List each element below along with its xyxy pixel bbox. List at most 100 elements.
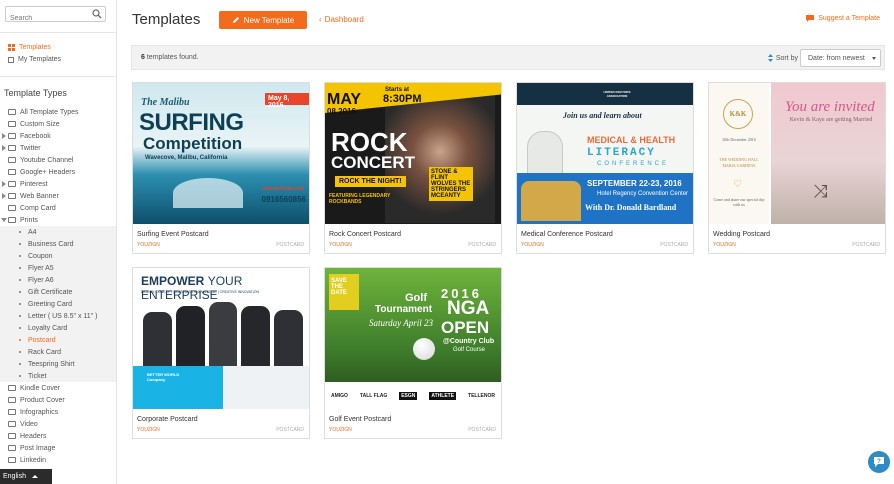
type-label: Ticket: [28, 372, 47, 380]
sort-select[interactable]: Date: from newest: [800, 49, 881, 67]
template-card-medical[interactable]: UNITED DOCTORS ASSOCIATION Join us and l…: [516, 82, 694, 254]
print-a4[interactable]: A4: [0, 226, 116, 238]
template-name[interactable]: Golf Event Postcard: [329, 416, 391, 423]
template-type: POSTCARD: [276, 427, 304, 433]
template-card-golf[interactable]: SAVE THE DATE 2016 Golf Tournament Satur…: [324, 267, 502, 439]
type-label: Business Card: [28, 240, 74, 248]
type-label: All Template Types: [20, 108, 79, 116]
template-name[interactable]: Wedding Postcard: [713, 231, 770, 238]
type-label: Kindle Cover: [20, 384, 61, 392]
print-loyalty-card[interactable]: Loyalty Card: [0, 322, 116, 334]
type-video[interactable]: Video: [0, 418, 116, 430]
type-comp-card[interactable]: Comp Card: [0, 202, 116, 214]
template-type: POSTCARD: [276, 242, 304, 248]
template-card-corporate[interactable]: EMPOWER YOUR ENTERPRISE DESIGN CONCEPT |…: [132, 267, 310, 439]
template-card-surfing[interactable]: The Malibu SURFING Competition Wavecove,…: [132, 82, 310, 254]
search-input[interactable]: [6, 11, 86, 26]
type-pinterest[interactable]: Pinterest: [0, 178, 116, 190]
type-google-plus[interactable]: Google+ Headers: [0, 166, 116, 178]
art-text: SURFING: [139, 109, 244, 136]
art-text: Golf Course: [453, 347, 486, 353]
art-text: LITERACY: [587, 147, 656, 159]
caret-right-icon[interactable]: [2, 181, 6, 187]
nav-templates[interactable]: Templates: [8, 44, 51, 51]
type-custom-size[interactable]: Custom Size: [0, 118, 116, 130]
help-chat-button[interactable]: ?: [868, 451, 890, 473]
print-greeting-card[interactable]: Greeting Card: [0, 298, 116, 310]
template-thumbnail[interactable]: MAY 08 2016 Starts at 8:30PM ROCK CONCER…: [325, 83, 501, 224]
print-letter[interactable]: Letter ( US 8.5" x 11" ): [0, 310, 116, 322]
type-prints[interactable]: Prints: [0, 214, 116, 226]
art-text: 8:30PM: [383, 93, 422, 105]
results-toolbar: 6 templates found. Sort by Date: from ne…: [131, 45, 885, 70]
type-twitter[interactable]: Twitter: [0, 142, 116, 154]
dashboard-link[interactable]: ‹ Dashboard: [319, 15, 364, 24]
caret-down-icon[interactable]: [1, 218, 7, 222]
print-postcard[interactable]: Postcard: [0, 334, 116, 346]
type-kindle-cover[interactable]: Kindle Cover: [0, 382, 116, 394]
print-rack-card[interactable]: Rack Card: [0, 346, 116, 358]
art-text: Hotel Regency Convention Center: [597, 191, 689, 197]
new-template-button[interactable]: New Template: [219, 11, 307, 29]
arrows-icon: ⤨: [813, 181, 828, 201]
type-product-cover[interactable]: Product Cover: [0, 394, 116, 406]
type-headers[interactable]: Headers: [0, 430, 116, 442]
search-icon[interactable]: [92, 9, 102, 19]
print-coupon[interactable]: Coupon: [0, 250, 116, 262]
template-name[interactable]: Surfing Event Postcard: [137, 231, 209, 238]
template-thumbnail[interactable]: EMPOWER YOUR ENTERPRISE DESIGN CONCEPT |…: [133, 268, 309, 409]
type-linkedin[interactable]: Linkedin: [0, 454, 116, 466]
art-text: SEPTEMBER 22-23, 2016: [587, 179, 682, 188]
print-ticket[interactable]: Ticket: [0, 370, 116, 382]
chevron-left-icon: ‹: [319, 15, 322, 24]
square-icon: [8, 56, 14, 63]
suggest-template-link[interactable]: Suggest a Template: [806, 15, 880, 22]
type-label: Flyer A5: [28, 264, 54, 272]
bullet-icon: [19, 351, 21, 353]
type-label: Postcard: [28, 336, 56, 344]
nav-my-templates[interactable]: My Templates: [8, 56, 61, 63]
type-icon: [8, 421, 16, 427]
art-text: MARIA GARDENS: [722, 163, 756, 168]
language-selector[interactable]: English: [0, 469, 52, 484]
language-label: English: [3, 473, 26, 480]
template-thumbnail[interactable]: SAVE THE DATE 2016 Golf Tournament Satur…: [325, 268, 501, 409]
type-infographics[interactable]: Infographics: [0, 406, 116, 418]
template-card-wedding[interactable]: K&K 20th December 2016 THE WEDDING HALL …: [708, 82, 886, 254]
art-text: May 8, 2016: [265, 93, 309, 109]
art-text: Saturday April 23: [369, 318, 434, 328]
type-post-image[interactable]: Post Image: [0, 442, 116, 454]
art-text: OPEN: [441, 318, 490, 337]
template-name[interactable]: Corporate Postcard: [137, 416, 198, 423]
print-gift-certificate[interactable]: Gift Certificate: [0, 286, 116, 298]
type-web-banner[interactable]: Web Banner: [0, 190, 116, 202]
caret-right-icon[interactable]: [2, 193, 6, 199]
template-card-rock[interactable]: MAY 08 2016 Starts at 8:30PM ROCK CONCER…: [324, 82, 502, 254]
template-author: YOUZIGN: [137, 427, 160, 433]
type-facebook[interactable]: Facebook: [0, 130, 116, 142]
art-text: The Malibu: [141, 97, 190, 108]
print-flyer-a6[interactable]: Flyer A6: [0, 274, 116, 286]
type-label: Facebook: [20, 132, 51, 140]
template-name[interactable]: Medical Conference Postcard: [521, 231, 613, 238]
type-label: Flyer A6: [28, 276, 54, 284]
template-thumbnail[interactable]: K&K 20th December 2016 THE WEDDING HALL …: [709, 83, 885, 224]
art-text: SAVE THE DATE: [331, 278, 347, 296]
print-flyer-a5[interactable]: Flyer A5: [0, 262, 116, 274]
print-business-card[interactable]: Business Card: [0, 238, 116, 250]
type-youtube[interactable]: Youtube Channel: [0, 154, 116, 166]
search-box[interactable]: [5, 6, 106, 26]
template-thumbnail[interactable]: The Malibu SURFING Competition Wavecove,…: [133, 83, 309, 224]
template-thumbnail[interactable]: UNITED DOCTORS ASSOCIATION Join us and l…: [517, 83, 693, 224]
type-all[interactable]: All Template Types: [0, 106, 116, 118]
template-name[interactable]: Rock Concert Postcard: [329, 231, 401, 238]
caret-right-icon[interactable]: [2, 145, 6, 151]
type-icon: [8, 121, 16, 127]
print-teespring-shirt[interactable]: Teespring Shirt: [0, 358, 116, 370]
art-text: 20th December 2016: [722, 137, 756, 142]
art-text: You are invited: [785, 99, 875, 115]
suggest-label: Suggest a Template: [818, 15, 880, 22]
type-icon: [8, 397, 16, 403]
caret-right-icon[interactable]: [2, 133, 6, 139]
art-title: EMPOWER YOUR ENTERPRISE: [141, 274, 243, 302]
